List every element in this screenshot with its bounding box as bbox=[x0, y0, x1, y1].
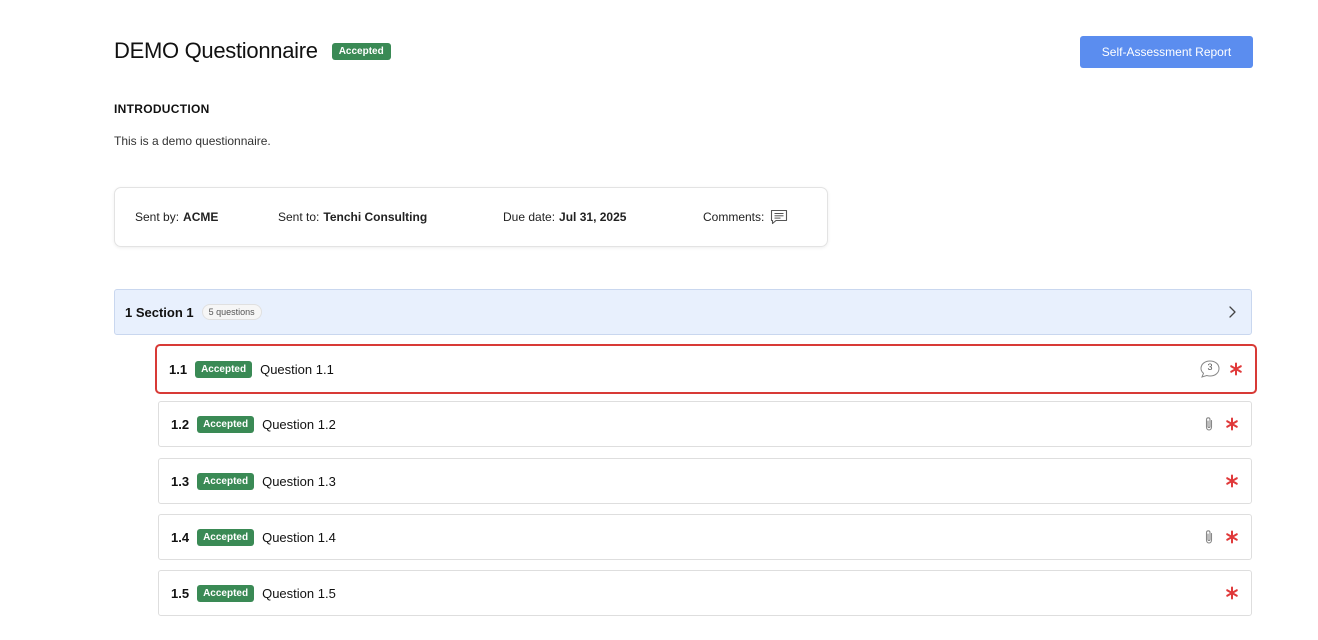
sent-by: Sent by: ACME bbox=[135, 210, 278, 224]
status-badge: Accepted bbox=[331, 42, 391, 60]
sent-to-label: Sent to: bbox=[278, 210, 320, 224]
comments-label: Comments: bbox=[703, 210, 765, 224]
due-date-label: Due date: bbox=[503, 210, 556, 224]
required-asterisk-icon bbox=[1225, 474, 1239, 488]
question-number: 1.5 bbox=[171, 585, 190, 601]
sent-to-value: Tenchi Consulting bbox=[323, 210, 428, 224]
question-icons bbox=[1225, 571, 1239, 615]
section-title: 1 Section 1 bbox=[125, 304, 194, 320]
question-row-1-3[interactable]: 1.3 Accepted Question 1.3 bbox=[158, 458, 1252, 504]
question-icons bbox=[1203, 402, 1239, 446]
question-number: 1.3 bbox=[171, 473, 190, 489]
question-status-badge: Accepted bbox=[197, 472, 255, 490]
comment-count: 3 bbox=[1207, 362, 1213, 372]
sent-to: Sent to: Tenchi Consulting bbox=[278, 210, 503, 224]
question-row-1-4[interactable]: 1.4 Accepted Question 1.4 bbox=[158, 514, 1252, 560]
comment-count-icon[interactable]: 3 bbox=[1199, 359, 1221, 379]
due-date: Due date: Jul 31, 2025 bbox=[503, 210, 703, 224]
question-row-1-2[interactable]: 1.2 Accepted Question 1.2 bbox=[158, 401, 1252, 447]
question-status-badge: Accepted bbox=[197, 584, 255, 602]
question-status-badge: Accepted bbox=[197, 415, 255, 433]
comments[interactable]: Comments: bbox=[703, 209, 788, 225]
introduction-heading: INTRODUCTION bbox=[114, 102, 210, 116]
question-status-badge: Accepted bbox=[195, 360, 253, 378]
question-title: Question 1.4 bbox=[262, 529, 336, 545]
question-number: 1.1 bbox=[169, 361, 188, 377]
question-icons bbox=[1225, 459, 1239, 503]
required-asterisk-icon bbox=[1225, 586, 1239, 600]
section-header[interactable]: 1 Section 1 5 questions bbox=[114, 289, 1252, 335]
comment-lines-icon[interactable] bbox=[770, 209, 788, 225]
questionnaire-page: DEMO Questionnaire Accepted Self-Assessm… bbox=[0, 0, 1318, 640]
question-row-1-5[interactable]: 1.5 Accepted Question 1.5 bbox=[158, 570, 1252, 616]
page-header: DEMO Questionnaire Accepted bbox=[114, 38, 391, 64]
chevron-right-icon[interactable] bbox=[1227, 305, 1237, 319]
page-title: DEMO Questionnaire bbox=[114, 38, 318, 63]
sent-by-label: Sent by: bbox=[135, 210, 180, 224]
introduction-text: This is a demo questionnaire. bbox=[114, 134, 271, 148]
paperclip-icon[interactable] bbox=[1203, 416, 1215, 432]
question-number: 1.2 bbox=[171, 416, 190, 432]
question-title: Question 1.2 bbox=[262, 416, 336, 432]
question-number: 1.4 bbox=[171, 529, 190, 545]
question-status-badge: Accepted bbox=[197, 528, 255, 546]
paperclip-icon[interactable] bbox=[1203, 529, 1215, 545]
required-asterisk-icon bbox=[1225, 530, 1239, 544]
question-icons: 3 bbox=[1199, 346, 1243, 392]
question-title: Question 1.1 bbox=[260, 361, 334, 377]
question-title: Question 1.5 bbox=[262, 585, 336, 601]
question-title: Question 1.3 bbox=[262, 473, 336, 489]
question-count-badge: 5 questions bbox=[201, 304, 262, 320]
required-asterisk-icon bbox=[1225, 417, 1239, 431]
sent-by-value: ACME bbox=[183, 210, 219, 224]
self-assessment-report-button[interactable]: Self-Assessment Report bbox=[1080, 36, 1253, 68]
question-row-1-1[interactable]: 1.1 Accepted Question 1.1 3 bbox=[155, 344, 1257, 394]
info-card: Sent by: ACME Sent to: Tenchi Consulting… bbox=[114, 187, 828, 247]
required-asterisk-icon bbox=[1229, 362, 1243, 376]
due-date-value: Jul 31, 2025 bbox=[559, 210, 627, 224]
question-icons bbox=[1203, 515, 1239, 559]
